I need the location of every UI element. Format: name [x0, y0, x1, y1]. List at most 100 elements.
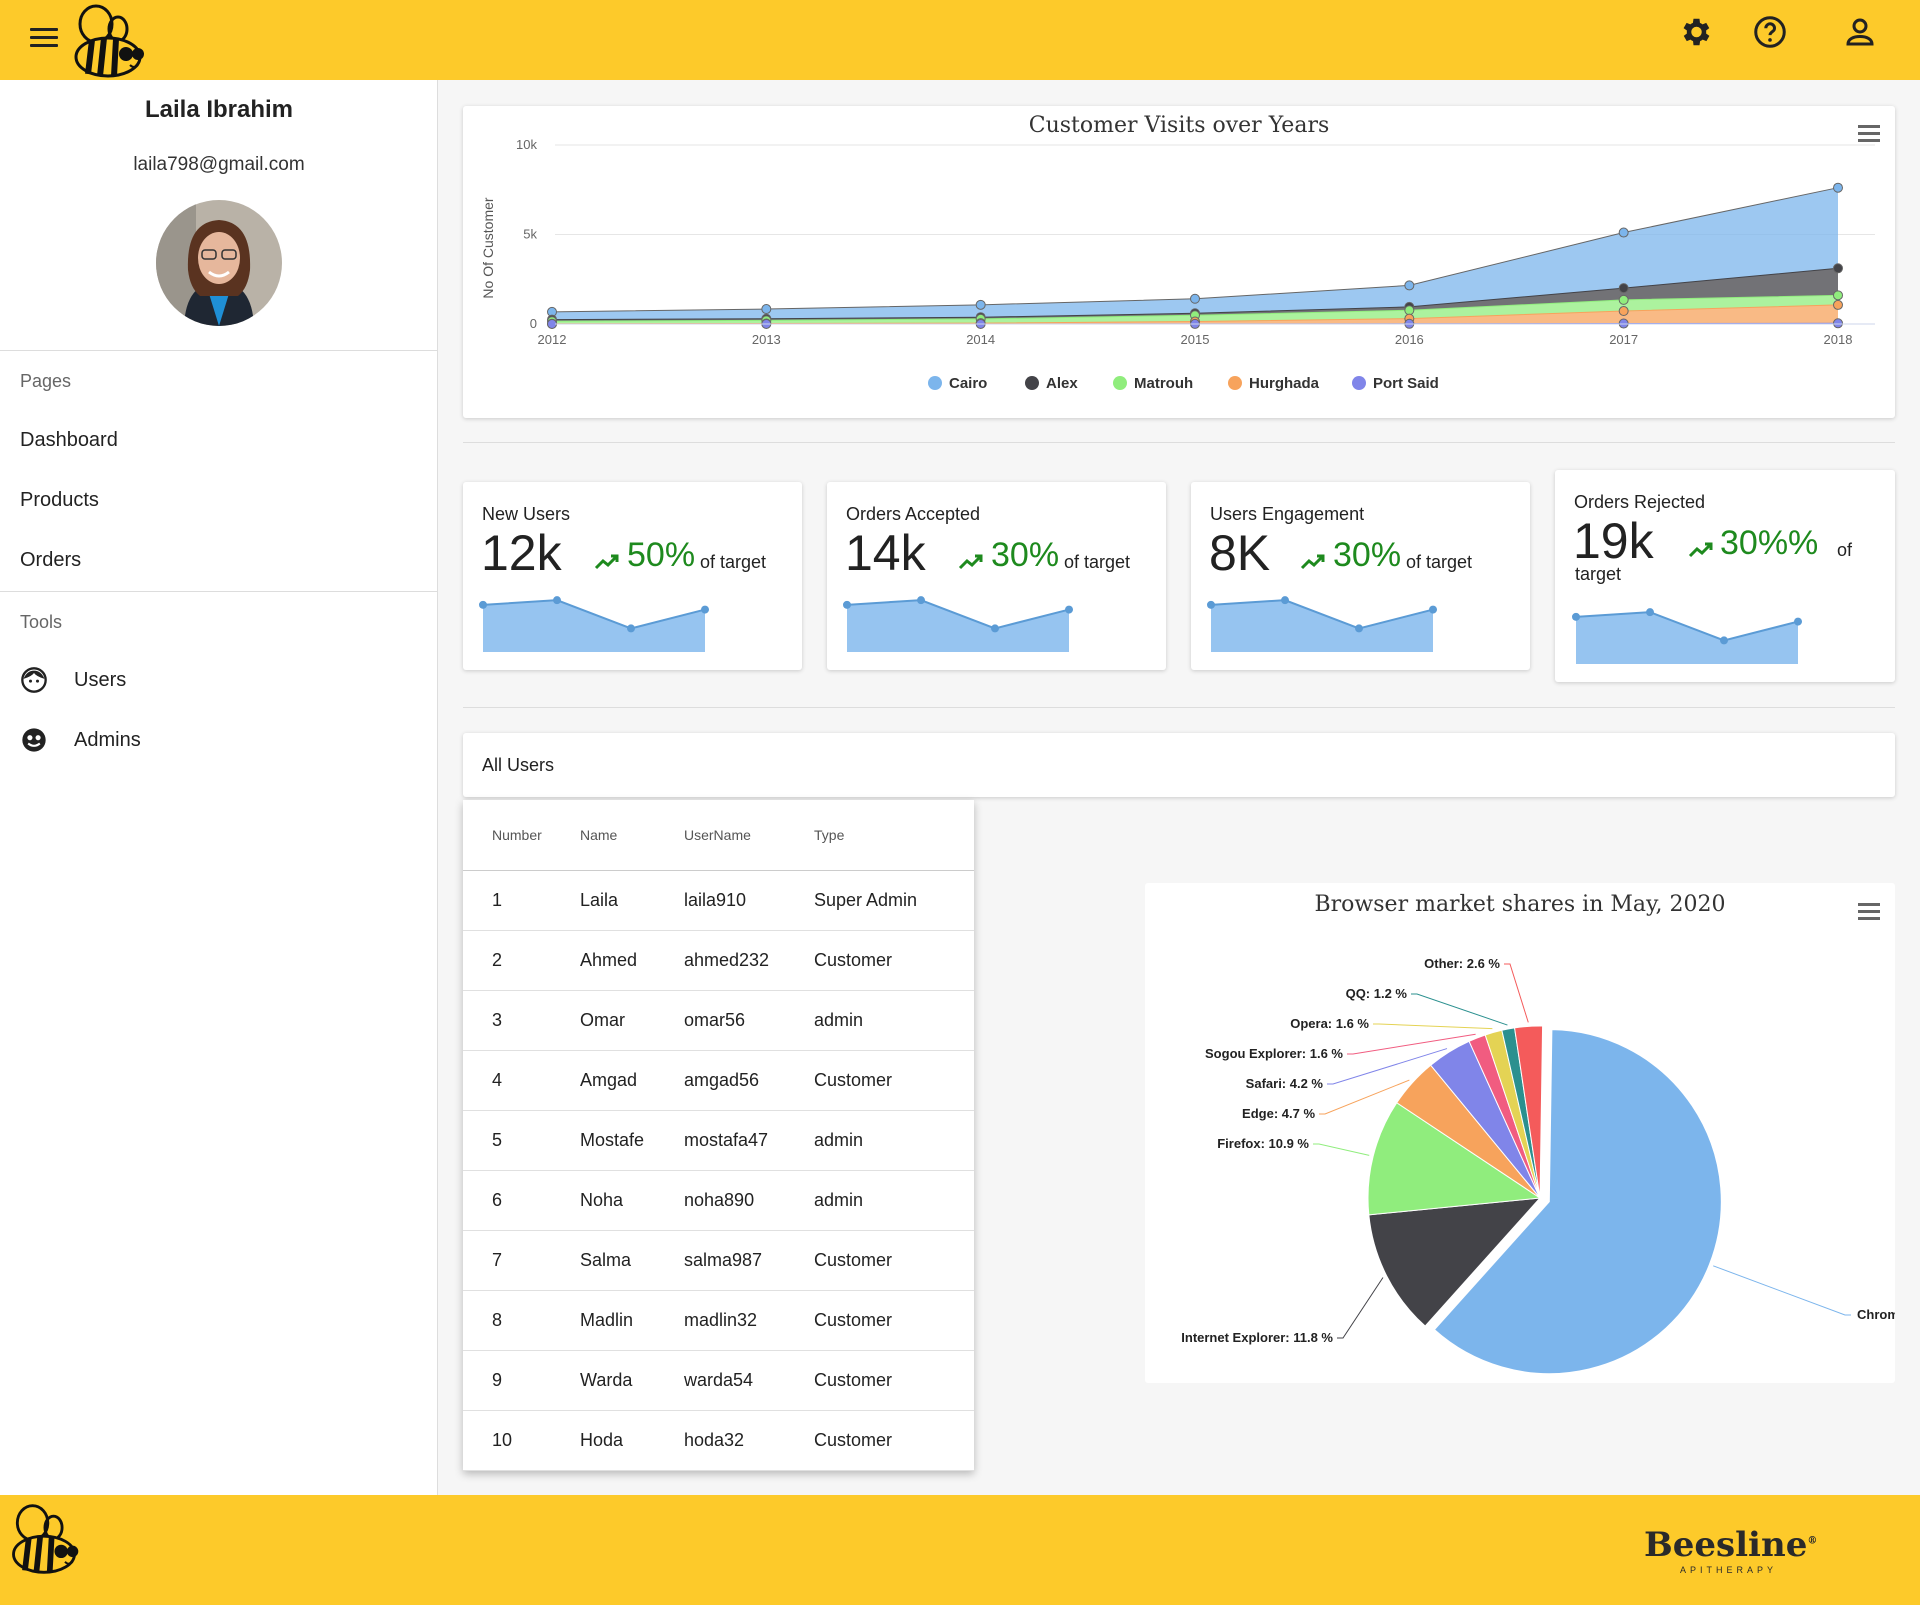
trending-up-icon	[1688, 542, 1713, 558]
connector-line	[1313, 1143, 1370, 1156]
brand-tagline: APITHERAPY	[1680, 1565, 1778, 1575]
cell-username: warda54	[684, 1350, 814, 1411]
column-header-number[interactable]: Number	[463, 800, 580, 871]
sidebar-item-label: Users	[74, 668, 127, 691]
brand-text: Beesline	[1644, 1525, 1808, 1565]
kpi-sparkline	[1572, 608, 1802, 664]
visits-chart-card: Customer Visits over Years 0 5k 10k No Of C…	[463, 106, 1895, 418]
kpi-card-users-engagement: Users Engagement 8K 30% of target	[1191, 482, 1530, 670]
cell-username: mostafa47	[684, 1110, 814, 1171]
bee-logo	[12, 1504, 79, 1574]
column-header-name[interactable]: Name	[580, 800, 684, 871]
cell-type: Customer	[814, 930, 974, 991]
data-label: Edge: 4.7 %	[1242, 1106, 1315, 1121]
table-row[interactable]: 5 Mostafe mostafa47 admin	[463, 1110, 974, 1171]
kpi-sparkline	[843, 596, 1073, 652]
x-tick-label: 2012	[538, 332, 567, 347]
sparkline-point	[843, 600, 851, 609]
data-label: Other: 2.6 %	[1424, 956, 1500, 971]
user-photo-avatar[interactable]	[156, 200, 282, 326]
data-label: Sogou Explorer: 1.6 %	[1205, 1046, 1343, 1061]
data-label: Opera: 1.6 %	[1290, 1016, 1369, 1031]
cell-number: 8	[463, 1290, 580, 1351]
table-row[interactable]: 2 Ahmed ahmed232 Customer	[463, 930, 974, 991]
sparkline-point	[479, 600, 487, 609]
table-row[interactable]: 9 Warda warda54 Customer	[463, 1350, 974, 1411]
table-header-row: Number Name UserName Type	[463, 800, 974, 871]
table-row[interactable]: 10 Hoda hoda32 Customer	[463, 1410, 974, 1471]
cell-type: Customer	[814, 1050, 974, 1111]
brand-name: Beesline®	[1644, 1525, 1817, 1565]
connector-line	[1504, 963, 1529, 1023]
legend-marker	[928, 376, 942, 390]
column-header-type[interactable]: Type	[814, 800, 974, 871]
data-point	[975, 299, 986, 310]
sparkline-point	[701, 605, 709, 614]
kpi-sparkline	[1207, 596, 1437, 652]
legend-item: Alex	[1046, 375, 1078, 392]
column-header-username[interactable]: UserName	[684, 800, 814, 871]
x-tick-label: 2014	[966, 332, 995, 347]
cell-number: 4	[463, 1050, 580, 1111]
data-point	[1404, 280, 1415, 291]
sparkline-point	[1065, 605, 1073, 614]
cell-type: Customer	[814, 1290, 974, 1351]
sparkline-point	[1646, 608, 1654, 617]
connector-line	[1337, 1277, 1384, 1339]
data-point	[1833, 299, 1843, 310]
cell-number: 3	[463, 990, 580, 1051]
table-row[interactable]: 4 Amgad amgad56 Customer	[463, 1050, 974, 1111]
kpi-label: Orders Rejected	[1574, 492, 1706, 512]
cell-name: Hoda	[580, 1410, 684, 1471]
supervisor-face-icon	[22, 728, 46, 752]
x-tick-label: 2015	[1181, 332, 1210, 347]
cell-name: Madlin	[580, 1290, 684, 1351]
panel-title: All Users	[482, 755, 555, 775]
table-row[interactable]: 7 Salma salma987 Customer	[463, 1230, 974, 1291]
kpi-suffix: of target	[1406, 552, 1473, 572]
cell-name: Ahmed	[580, 930, 684, 991]
kpi-suffix: of	[1837, 540, 1853, 560]
cell-type: admin	[814, 1170, 974, 1231]
gear-icon[interactable]	[1677, 14, 1713, 50]
data-label: QQ: 1.2 %	[1346, 986, 1408, 1001]
connector-line	[1713, 1265, 1851, 1316]
help-circle-icon[interactable]	[1752, 14, 1788, 50]
data-point	[1404, 305, 1415, 316]
cell-name: Salma	[580, 1230, 684, 1291]
sparkline-area	[1576, 612, 1798, 664]
sidebar-item-users[interactable]: Users	[20, 666, 126, 694]
y-tick-label: 5k	[523, 227, 537, 242]
face-icon	[21, 667, 47, 693]
cell-number: 10	[463, 1410, 580, 1471]
cell-name: Omar	[580, 990, 684, 1051]
hamburger-menu-icon[interactable]	[30, 28, 58, 50]
sidebar-item-admins[interactable]: Admins	[20, 726, 141, 754]
cell-number: 5	[463, 1110, 580, 1171]
kpi-value: 12k	[481, 525, 562, 581]
cell-username: amgad56	[684, 1050, 814, 1111]
table-row[interactable]: 1 Laila laila910 Super Admin	[463, 870, 974, 931]
kpi-label: New Users	[482, 504, 571, 524]
sidebar-item-dashboard[interactable]: Dashboard	[20, 429, 118, 452]
table-row[interactable]: 3 Omar omar56 admin	[463, 990, 974, 1051]
table-row[interactable]: 6 Noha noha890 admin	[463, 1170, 974, 1231]
bee-logo	[74, 4, 144, 78]
connector-line	[1373, 1023, 1493, 1030]
legend-marker	[1025, 376, 1039, 390]
all-users-panel-header[interactable]: All Users	[463, 733, 1895, 797]
sparkline-area	[483, 600, 705, 652]
cell-number: 2	[463, 930, 580, 991]
sparkline-point	[1794, 617, 1802, 626]
cell-username: omar56	[684, 990, 814, 1051]
data-label: Internet Explorer: 11.8 %	[1181, 1330, 1333, 1345]
data-point	[1618, 227, 1629, 238]
sidebar-item-products[interactable]: Products	[20, 489, 99, 512]
user-account-icon[interactable]	[1842, 14, 1878, 50]
sidebar-item-orders[interactable]: Orders	[20, 549, 81, 572]
sidebar-divider	[0, 350, 438, 351]
cell-type: admin	[814, 990, 974, 1051]
legend-marker	[1228, 376, 1242, 390]
kpi-value: 8K	[1209, 525, 1271, 581]
table-row[interactable]: 8 Madlin madlin32 Customer	[463, 1290, 974, 1351]
